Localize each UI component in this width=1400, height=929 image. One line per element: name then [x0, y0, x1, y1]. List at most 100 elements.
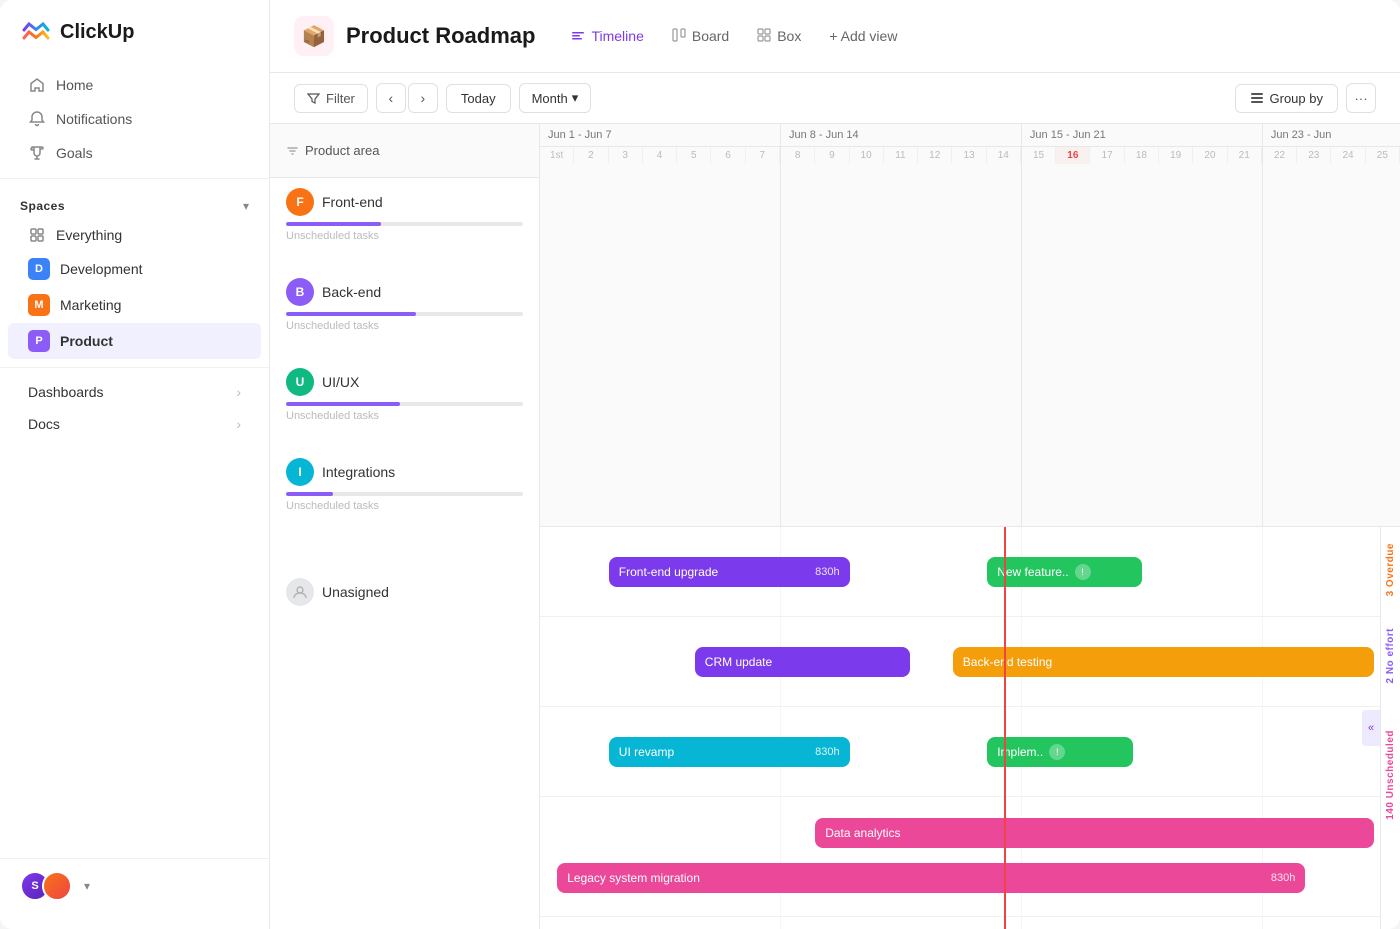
- group-by-button[interactable]: Group by: [1235, 84, 1338, 113]
- unassigned-avatar: [286, 578, 314, 606]
- bar-implement[interactable]: Implem.. !: [987, 737, 1133, 767]
- sidebar-item-dashboards[interactable]: Dashboards ›: [8, 376, 261, 408]
- sidebar-item-marketing[interactable]: M Marketing: [8, 287, 261, 323]
- month-label: Month: [532, 91, 568, 106]
- day-19: 19: [1159, 147, 1193, 164]
- sidebar-item-home[interactable]: Home: [8, 68, 261, 102]
- bar-ui-revamp-label: UI revamp: [619, 745, 674, 759]
- everything-label: Everything: [56, 227, 122, 243]
- bar-crm-update[interactable]: CRM update: [695, 647, 910, 677]
- day-15: 15: [1022, 147, 1056, 164]
- unscheduled-label[interactable]: 140 Unscheduled: [1381, 700, 1400, 850]
- day-9: 9: [815, 147, 849, 164]
- main-content: 📦 Product Roadmap Timeline Board Box: [270, 0, 1400, 929]
- grid-lines-integrations: [540, 797, 1400, 916]
- timeline-left-panel: Product area F Front-end Unscheduled tas…: [270, 124, 540, 929]
- filter-icon: [307, 92, 320, 105]
- dashboards-chevron-icon: ›: [236, 384, 241, 400]
- development-label: Development: [60, 261, 143, 277]
- day-2: 2: [574, 147, 608, 164]
- bar-legacy-migration[interactable]: Legacy system migration 830h: [557, 863, 1305, 893]
- week-4: Jun 23 - Jun 22 23 24 25: [1263, 124, 1400, 526]
- filter-button[interactable]: Filter: [294, 84, 368, 113]
- spaces-chevron-icon[interactable]: ▾: [243, 199, 249, 213]
- bar-implement-warn-icon: !: [1049, 744, 1065, 760]
- day-22: 22: [1263, 147, 1297, 164]
- add-view-button[interactable]: + Add view: [817, 22, 909, 50]
- notifications-label: Notifications: [56, 111, 132, 127]
- bar-crm-update-label: CRM update: [705, 655, 772, 669]
- grid-icon: [28, 226, 46, 244]
- bar-new-feature-label: New feature..: [997, 565, 1068, 579]
- timeline-right-panel: Jun 1 - Jun 7 1st 2 3 4 5 6 7 Jun 8 - Ju…: [540, 124, 1400, 929]
- page-icon: 📦: [294, 16, 334, 56]
- day-21: 21: [1228, 147, 1262, 164]
- week-3-label: Jun 15 - Jun 21: [1022, 124, 1262, 147]
- backend-unscheduled: Unscheduled tasks: [286, 320, 523, 340]
- day-18: 18: [1125, 147, 1159, 164]
- row-unassigned-left: Unasigned: [270, 568, 540, 638]
- sidebar-item-notifications[interactable]: Notifications: [8, 102, 261, 136]
- week-1-days: 1st 2 3 4 5 6 7: [540, 147, 780, 164]
- more-icon: ···: [1354, 91, 1367, 106]
- bar-ui-revamp[interactable]: UI revamp 830h: [609, 737, 850, 767]
- bar-data-analytics[interactable]: Data analytics: [815, 818, 1374, 848]
- tab-board[interactable]: Board: [660, 22, 741, 51]
- bar-backend-testing[interactable]: Back-end testing: [953, 647, 1374, 677]
- user-avatars: S: [20, 871, 72, 901]
- day-20: 20: [1193, 147, 1227, 164]
- integrations-unscheduled: Unscheduled tasks: [286, 500, 523, 520]
- sidebar-footer: S ▾: [0, 858, 269, 913]
- today-button[interactable]: Today: [446, 84, 511, 113]
- week-1: Jun 1 - Jun 7 1st 2 3 4 5 6 7: [540, 124, 781, 526]
- tab-board-label: Board: [692, 28, 729, 44]
- bar-ui-revamp-hours: 830h: [811, 746, 839, 758]
- day-25: 25: [1366, 147, 1400, 164]
- bar-frontend-upgrade[interactable]: Front-end upgrade 830h: [609, 557, 850, 587]
- sidebar-item-docs[interactable]: Docs ›: [8, 408, 261, 440]
- sidebar-item-goals[interactable]: Goals: [8, 136, 261, 170]
- bar-new-feature[interactable]: New feature.. !: [987, 557, 1142, 587]
- week-4-label: Jun 23 - Jun: [1263, 124, 1400, 147]
- day-1st: 1st: [540, 147, 574, 164]
- week-3-days: 15 16 17 18 19 20 21: [1022, 147, 1262, 164]
- week-2-label: Jun 8 - Jun 14: [781, 124, 1021, 147]
- day-8: 8: [781, 147, 815, 164]
- timeline-icon: [571, 28, 585, 45]
- gantt-row-integrations: Data analytics Legacy system migration 8…: [540, 797, 1400, 917]
- tab-box[interactable]: Box: [745, 22, 813, 51]
- app-name: ClickUp: [60, 21, 134, 44]
- docs-label: Docs: [28, 416, 60, 432]
- board-icon: [672, 28, 686, 45]
- sidebar-item-everything[interactable]: Everything: [8, 219, 261, 251]
- grid-lines-unassigned: [540, 917, 1400, 929]
- tab-timeline[interactable]: Timeline: [559, 22, 655, 51]
- row-uiux-left: U UI/UX Unscheduled tasks: [270, 358, 540, 448]
- sidebar-item-development[interactable]: D Development: [8, 251, 261, 287]
- footer-chevron-icon[interactable]: ▾: [84, 879, 90, 893]
- unassigned-title: Unasigned: [322, 584, 389, 600]
- sort-icon: [286, 144, 299, 157]
- bar-new-feature-warn-icon: !: [1075, 564, 1091, 580]
- day-24: 24: [1331, 147, 1365, 164]
- backend-avatar: B: [286, 278, 314, 306]
- collapse-button[interactable]: «: [1362, 710, 1380, 746]
- backend-title: Back-end: [322, 284, 381, 300]
- no-effort-label[interactable]: 2 No effort: [1381, 612, 1400, 700]
- row-frontend-left: F Front-end Unscheduled tasks: [270, 178, 540, 268]
- integrations-title: Integrations: [322, 464, 395, 480]
- tab-box-label: Box: [777, 28, 801, 44]
- prev-button[interactable]: ‹: [376, 83, 406, 113]
- row-integrations-left: I Integrations Unscheduled tasks: [270, 448, 540, 568]
- month-button[interactable]: Month ▾: [519, 83, 592, 113]
- uiux-avatar: U: [286, 368, 314, 396]
- next-button[interactable]: ›: [408, 83, 438, 113]
- week-2: Jun 8 - Jun 14 8 9 10 11 12 13 14: [781, 124, 1022, 526]
- clickup-logo-icon: [20, 16, 52, 48]
- sidebar-item-product[interactable]: P Product: [8, 323, 261, 359]
- more-options-button[interactable]: ···: [1346, 83, 1376, 113]
- day-16-today: 16: [1056, 147, 1090, 164]
- bell-icon: [28, 110, 46, 128]
- week-4-days: 22 23 24 25: [1263, 147, 1400, 164]
- overdue-label[interactable]: 3 Overdue: [1381, 527, 1400, 612]
